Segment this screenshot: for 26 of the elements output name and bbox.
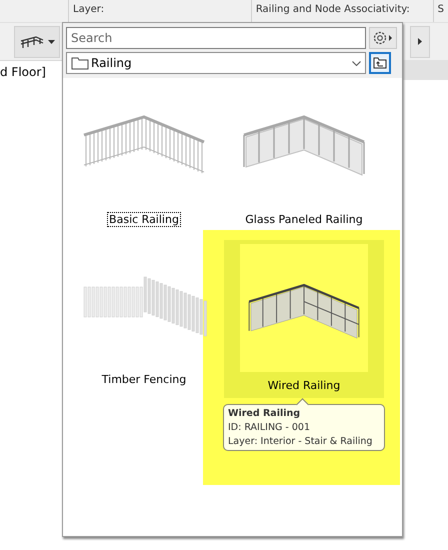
next-button[interactable]: [410, 26, 430, 58]
tooltip-title: Wired Railing: [228, 408, 302, 419]
railing-item[interactable]: Glass Paneled Railing: [224, 78, 384, 236]
railing-item[interactable]: Timber Fencing: [64, 238, 224, 396]
search-field[interactable]: Search: [66, 27, 366, 49]
folder-icon: [71, 56, 89, 70]
tooltip-layer: Layer: Interior - Stair & Railing: [228, 436, 374, 447]
play-icon: [418, 38, 422, 45]
chevron-down-icon: [352, 60, 361, 66]
folder-up-icon: [373, 57, 387, 69]
dropdown-icon: [48, 40, 54, 44]
railing-tool-button[interactable]: [14, 26, 60, 58]
railing-item[interactable]: Wired Railing: [224, 240, 384, 398]
item-label: Wired Railing: [266, 378, 342, 393]
item-label: Timber Fencing: [100, 372, 188, 387]
column-header: S: [432, 0, 448, 22]
tooltip-id: ID: RAILING - 001: [228, 422, 312, 433]
folder-dropdown[interactable]: Railing: [66, 52, 366, 74]
floor-label: d Floor]: [0, 65, 46, 79]
settings-button[interactable]: [369, 27, 397, 49]
item-label: Glass Paneled Railing: [244, 212, 364, 227]
folder-up-button[interactable]: [369, 52, 391, 74]
railing-item[interactable]: Basic Railing: [64, 78, 224, 236]
railing-icon: [20, 34, 44, 48]
settings-icon: [372, 30, 394, 46]
item-label: Basic Railing: [107, 212, 181, 227]
